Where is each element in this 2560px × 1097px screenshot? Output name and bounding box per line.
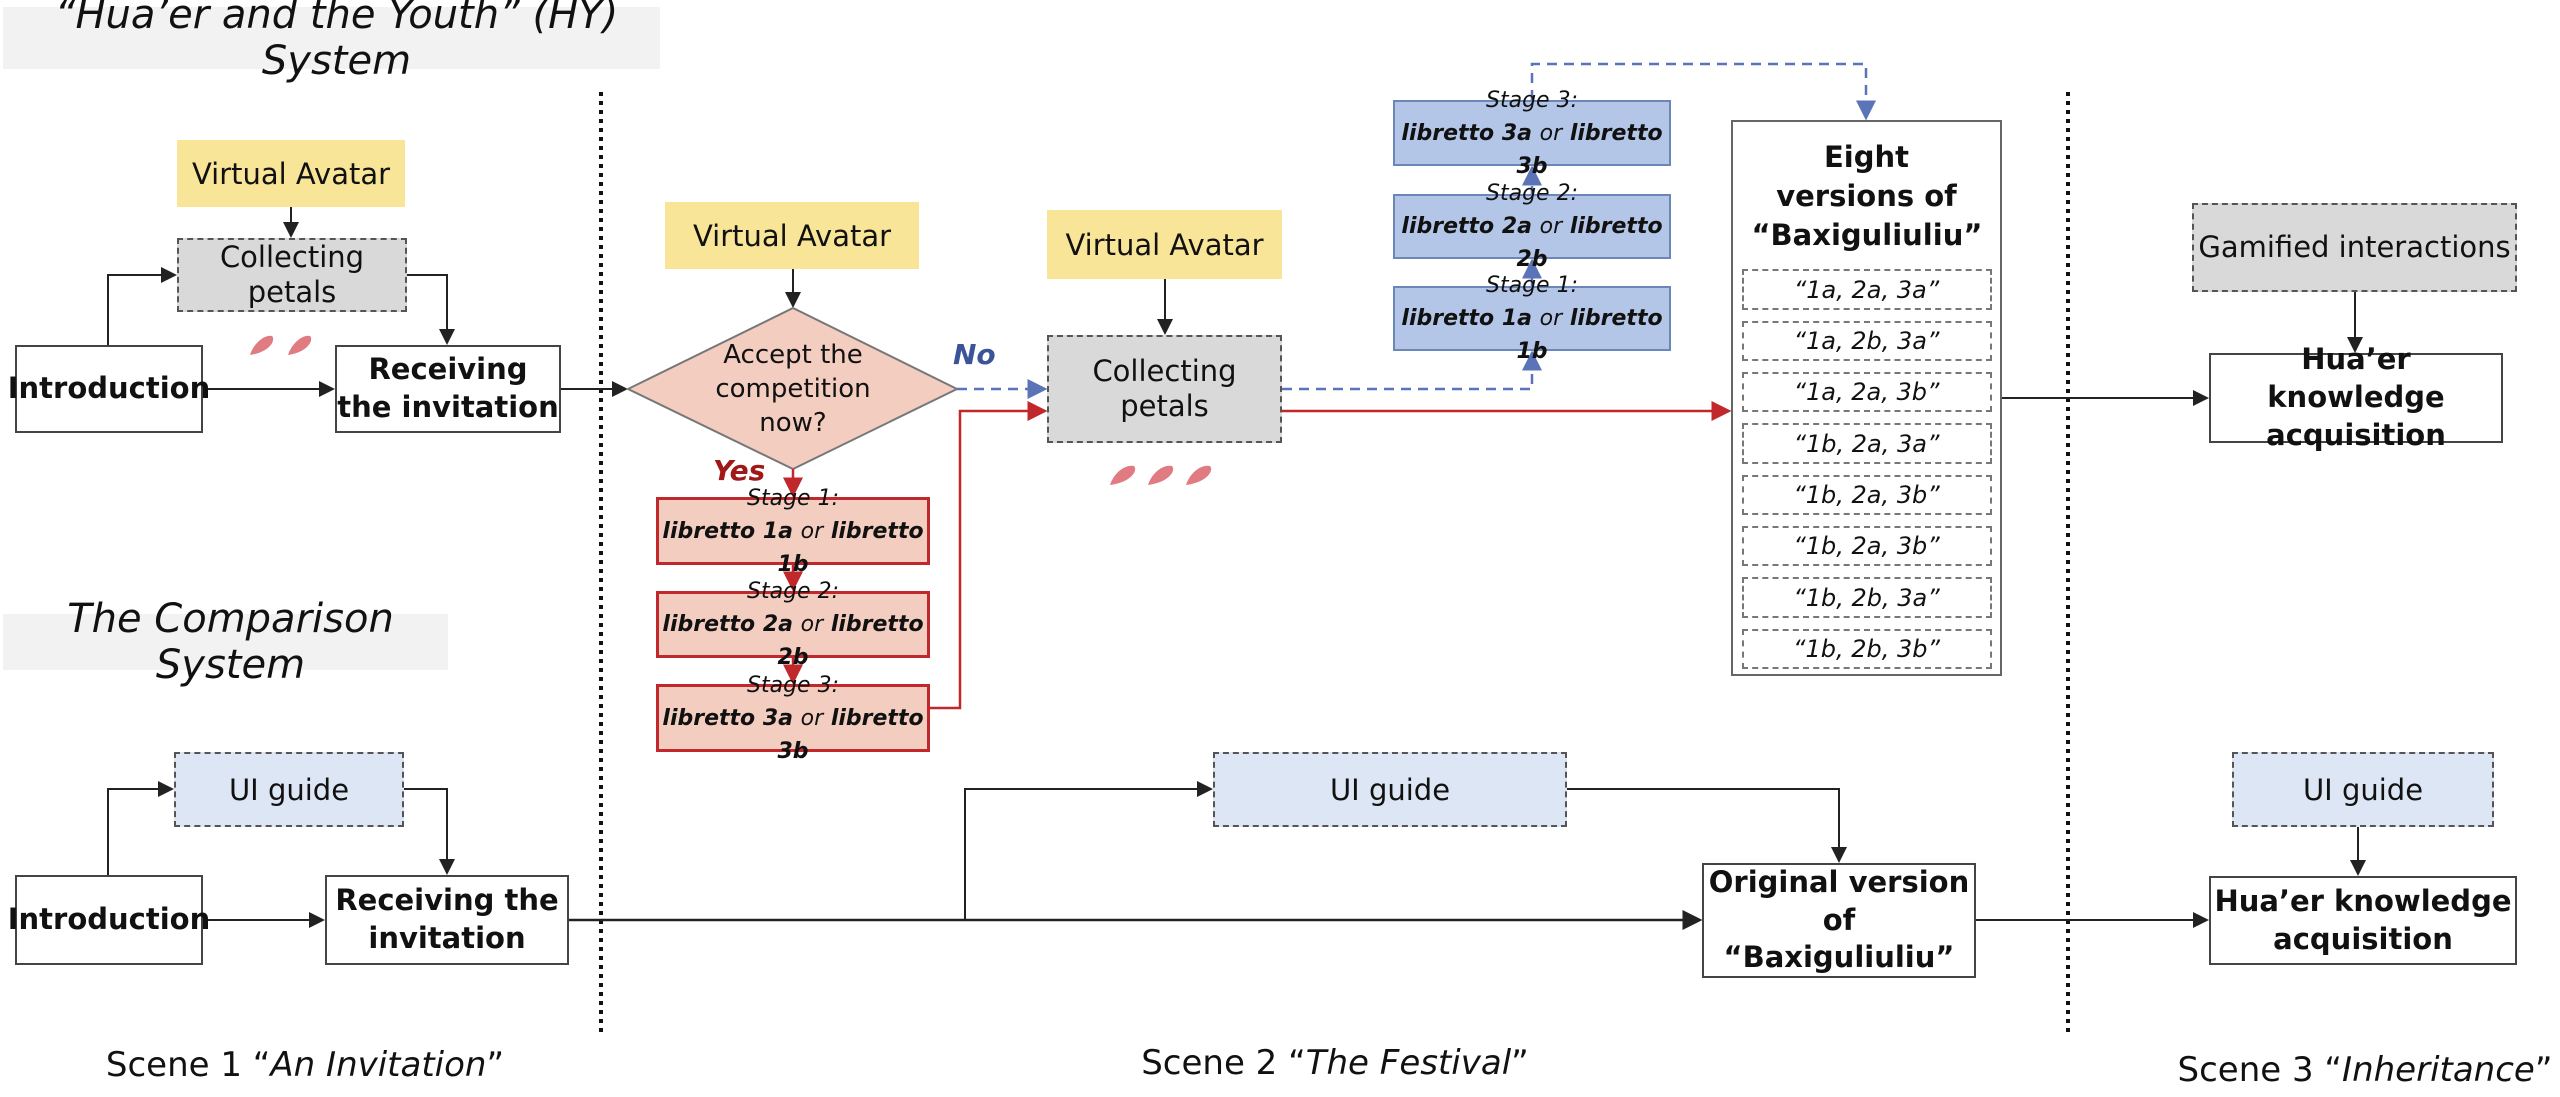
edge-cmp-ui-guide-2-to-original [1567,788,1847,863]
edge-petals-to-receiving [407,274,455,345]
version-item: “1b, 2b, 3b” [1741,628,1992,670]
stage-librettos: libretto 2a or libretto 2b [662,612,924,670]
version-item: “1a, 2b, 3a” [1741,320,1992,362]
knowledge-acquisition-box: Hua’er knowledge acquisition [2209,342,2503,452]
stage-librettos: libretto 1a or libretto 1b [1401,306,1663,364]
comparison-knowledge-acquisition-box: Hua’er knowledge acquisition [2209,876,2517,965]
petal-icon [1110,465,1136,485]
virtual-avatar-box: Virtual Avatar [177,140,405,207]
decision-text: Accept the competition now? [715,340,871,438]
petal-icon [250,335,274,355]
stage-librettos: libretto 3a or libretto 3b [662,705,924,764]
scene-label-2: Scene 2 “The Festival” [1141,1043,1529,1083]
version-item: “1b, 2a, 3b” [1741,526,1992,567]
hy-system-title: “Hua’er and the Youth” (HY) System [3,0,660,84]
comparison-receiving-invitation-box: Receiving the invitation [325,875,569,965]
comparison-introduction-box: Introduction [8,875,210,965]
original-version-box: Original version of “Baxiguliuliu” [1702,863,1976,978]
receiving-invitation-box: Receiving the invitation [335,345,561,433]
ui-guide-box-3: UI guide [2232,752,2494,827]
petal-icon [1186,465,1212,485]
virtual-avatar-petals-box: Virtual Avatar [1047,210,1282,279]
red-stage-2: Stage 2: libretto 2a or libretto 2b [656,579,930,670]
virtual-avatar-decision-box: Virtual Avatar [665,202,919,269]
stage-title: Stage 3: [1486,87,1578,113]
version-item: “1b, 2a, 3a” [1741,423,1992,464]
stage-title: Stage 1: [1486,273,1578,298]
edge-red-stage3-to-petals [930,401,1048,710]
versions-title: Eight versions of “Baxiguliuliu” [1751,140,1983,253]
stage-title: Stage 2: [747,579,839,604]
stage-librettos: libretto 2a or libretto 2b [1401,214,1663,272]
ui-guide-box-2: UI guide [1213,752,1567,827]
red-stage-3: Stage 3: libretto 3a or libretto 3b [656,673,930,764]
stage-title: Stage 1: [747,485,839,511]
edge-cmp-intro-to-ui-guide [107,781,174,875]
petal-icon [1148,465,1174,485]
red-stage-1: Stage 1: libretto 1a or libretto 1b [656,486,930,577]
scene-label-3: Scene 3 “Inheritance” [2177,1050,2553,1090]
stage-librettos: libretto 3a or libretto 3b [1401,120,1663,179]
eight-versions-box: Eight versions of “Baxiguliuliu” “1a, 2a… [1731,120,2002,676]
collecting-petals-box: Collecting petals [177,238,407,312]
stage-librettos: libretto 1a or libretto 1b [662,518,924,577]
blue-stage-1: Stage 1: libretto 1a or libretto 1b [1393,273,1671,364]
version-item: “1b, 2b, 3a” [1741,577,1992,618]
no-label: No [953,338,996,371]
introduction-box: Introduction [8,345,210,433]
version-item: “1a, 2a, 3b” [1741,372,1992,413]
edge-intro-to-petals [107,267,177,345]
petal-icon [288,335,312,355]
stage-title: Stage 2: [1486,181,1578,206]
blue-stage-2: Stage 2: libretto 2a or libretto 2b [1393,181,1671,272]
edge-cmp-branch-to-ui-guide-2 [964,781,1213,920]
blue-stage-3: Stage 3: libretto 3a or libretto 3b [1393,88,1671,179]
scene-label-1: Scene 1 “An Invitation” [105,1045,505,1085]
edge-cmp-ui-guide-to-receiving [404,788,455,875]
version-item: “1a, 2a, 3a” [1741,269,1992,310]
stage-title: Stage 3: [747,672,839,698]
comparison-system-title: The Comparison System [3,596,448,688]
version-item: “1b, 2a, 3b” [1741,474,1992,516]
collecting-petals-box-2: Collecting petals [1047,335,1282,443]
ui-guide-box-1: UI guide [174,752,404,827]
gamified-interactions-box: Gamified interactions [2192,203,2517,292]
